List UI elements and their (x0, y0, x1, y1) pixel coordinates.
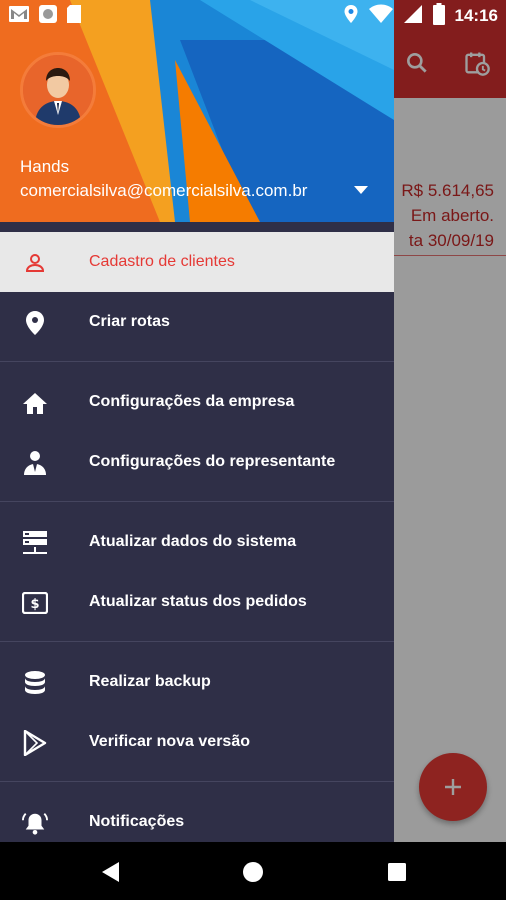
drawer-menu: Cadastro de clientes Criar rotas Configu… (0, 232, 394, 842)
home-circle-icon[interactable] (240, 859, 266, 885)
navigation-drawer: Hands comercialsilva@comercialsilva.com.… (0, 0, 394, 842)
circle-app-icon (38, 4, 58, 29)
back-icon[interactable] (98, 859, 124, 885)
menu-item-realizar-backup[interactable]: Realizar backup (0, 652, 394, 712)
sd-card-icon (66, 4, 82, 29)
location-pin-icon (22, 310, 48, 336)
system-nav-bar (0, 842, 506, 900)
money-icon: $ (22, 590, 48, 616)
cell-signal-icon (403, 4, 423, 29)
play-store-icon (22, 730, 48, 756)
menu-item-criar-rotas[interactable]: Criar rotas (0, 292, 394, 352)
home-icon (22, 390, 48, 416)
wifi-icon (368, 4, 393, 29)
menu-item-verificar-versao[interactable]: Verificar nova versão (0, 712, 394, 772)
menu-item-label: Realizar backup (89, 673, 211, 690)
menu-divider (0, 361, 394, 362)
menu-divider (0, 501, 394, 502)
menu-divider (0, 641, 394, 642)
database-icon (22, 670, 48, 696)
user-avatar[interactable] (20, 52, 96, 128)
status-bar: 14:16 (0, 0, 506, 32)
drawer-header: Hands comercialsilva@comercialsilva.com.… (0, 0, 394, 222)
server-icon (22, 530, 48, 556)
chevron-down-icon (354, 186, 368, 194)
recents-icon[interactable] (384, 859, 410, 885)
menu-item-label: Cadastro de clientes (89, 253, 235, 270)
menu-item-label: Atualizar status dos pedidos (89, 593, 307, 610)
location-icon (343, 4, 359, 29)
menu-item-config-representante[interactable]: Configurações do representante (0, 432, 394, 492)
gmail-icon (8, 5, 30, 28)
menu-item-label: Configurações do representante (89, 453, 336, 470)
alarm-bell-icon (22, 810, 48, 836)
menu-item-config-empresa[interactable]: Configurações da empresa (0, 372, 394, 432)
menu-item-label: Notificações (89, 813, 185, 830)
menu-item-notificacoes[interactable]: Notificações (0, 792, 394, 842)
menu-item-label: Configurações da empresa (89, 393, 295, 410)
clock: 14:16 (454, 6, 498, 25)
menu-item-atualizar-dados[interactable]: Atualizar dados do sistema (0, 512, 394, 572)
menu-item-atualizar-status[interactable]: $ Atualizar status dos pedidos (0, 572, 394, 632)
user-name: Hands (20, 157, 70, 176)
account-dropdown-button[interactable] (350, 180, 372, 200)
user-email: comercialsilva@comercialsilva.com.br (20, 181, 308, 200)
svg-text:$: $ (30, 597, 39, 612)
menu-item-label: Verificar nova versão (89, 733, 250, 750)
representative-icon (22, 450, 48, 476)
menu-item-label: Criar rotas (89, 313, 170, 330)
menu-item-label: Atualizar dados do sistema (89, 533, 297, 550)
menu-item-cadastro-clientes[interactable]: Cadastro de clientes (0, 232, 394, 292)
person-icon (22, 250, 48, 276)
battery-icon (432, 2, 445, 30)
menu-divider (0, 781, 394, 782)
